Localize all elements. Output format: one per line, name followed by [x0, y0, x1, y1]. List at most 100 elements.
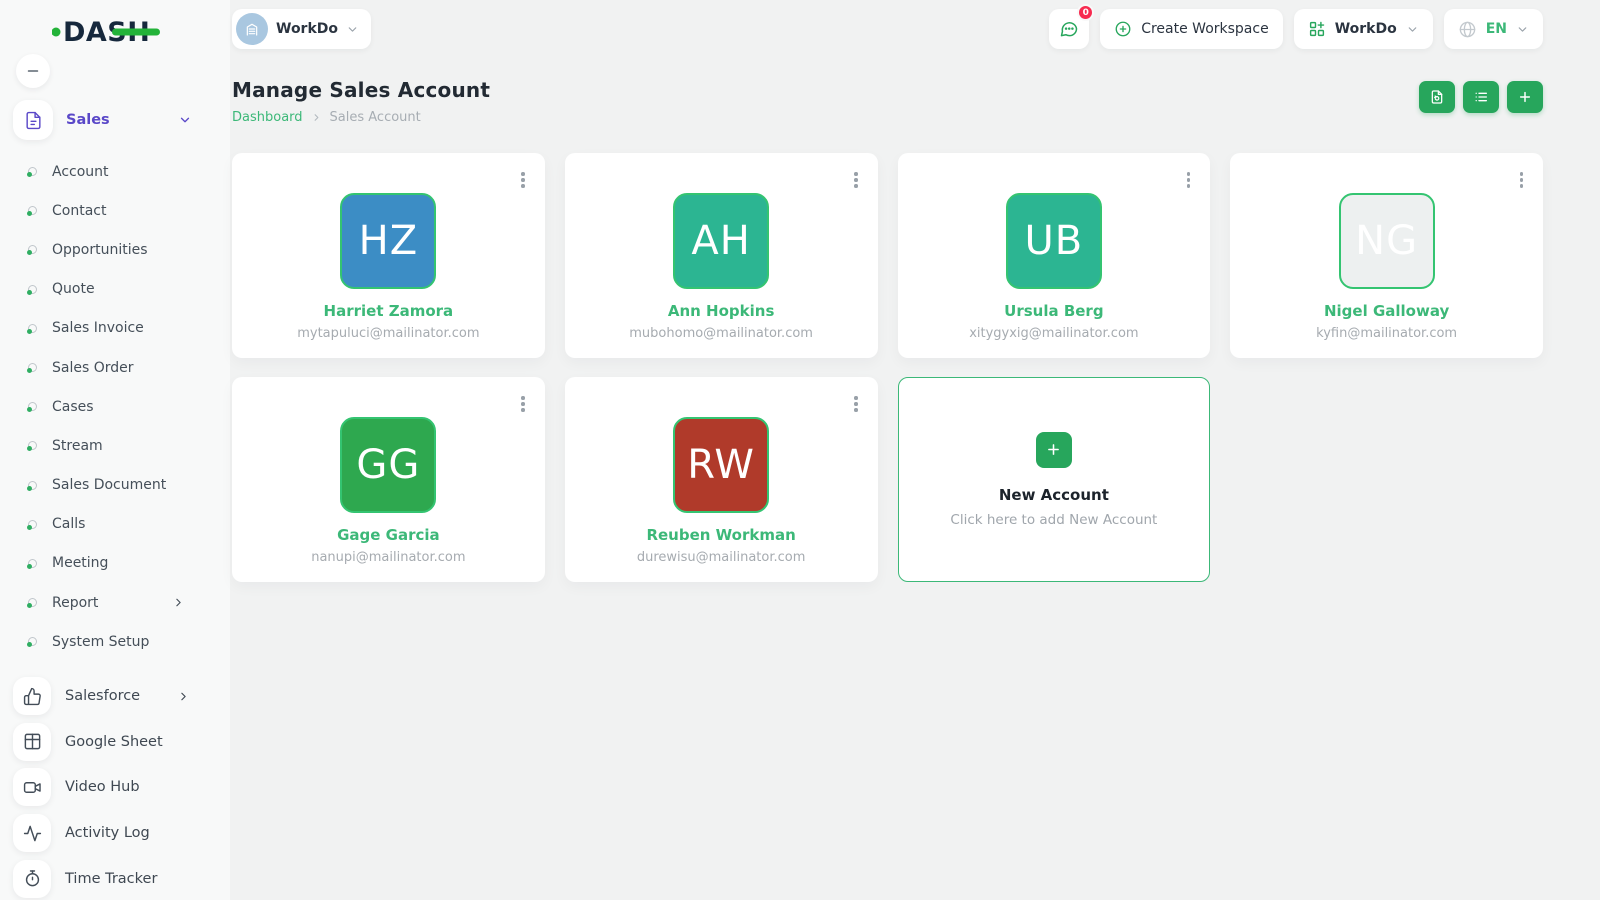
avatar-initials: RW [687, 442, 755, 488]
plus-icon [1036, 432, 1072, 468]
sidebar-item-contact[interactable]: Contact [0, 191, 230, 230]
sidebar-item-stream[interactable]: Stream [0, 426, 230, 465]
bullet-icon [28, 441, 37, 450]
export-file-icon [1429, 89, 1445, 105]
sidebar-item-sales[interactable]: Sales [13, 100, 216, 140]
messages-count-badge: 0 [1077, 4, 1094, 21]
breadcrumb: Dashboard Sales Account [232, 110, 490, 125]
chevron-down-icon [178, 113, 192, 127]
sidebar-item-report[interactable]: Report [0, 583, 230, 622]
thumbs-up-icon [13, 677, 51, 715]
avatar-initials: AH [691, 218, 750, 264]
account-avatar: AH [673, 193, 769, 289]
chevron-right-icon [177, 690, 190, 703]
bullet-icon [28, 363, 37, 372]
kebab-menu-icon[interactable] [850, 392, 862, 416]
add-account-button[interactable] [1507, 81, 1543, 113]
sidebar-item-sales-document[interactable]: Sales Document [0, 466, 230, 505]
sidebar-module-time-tracker[interactable]: Time Tracker [0, 856, 230, 900]
kebab-menu-icon[interactable] [850, 168, 862, 192]
app-menu-button[interactable]: WorkDo [1294, 9, 1433, 49]
avatar-initials: GG [356, 442, 420, 488]
account-avatar: GG [340, 417, 436, 513]
topbar: WorkDo 0 [232, 0, 1543, 58]
sidebar-item-sales-invoice[interactable]: Sales Invoice [0, 309, 230, 348]
chevron-down-icon [1516, 23, 1529, 36]
avatar-initials: UB [1025, 218, 1084, 264]
submenu-item-label: Quote [52, 281, 95, 297]
avatar-initials: NG [1355, 218, 1418, 264]
account-card: RW Reuben Workman durewisu@mailinator.co… [565, 377, 878, 582]
activity-icon [13, 814, 51, 852]
kebab-menu-icon[interactable] [517, 168, 529, 192]
bullet-icon [28, 245, 37, 254]
sidebar-item-calls[interactable]: Calls [0, 505, 230, 544]
export-accounts-button[interactable] [1419, 81, 1455, 113]
submenu-item-label: Account [52, 164, 109, 180]
header-actions [1419, 81, 1543, 113]
submenu-item-label: System Setup [52, 634, 149, 650]
account-card: GG Gage Garcia nanupi@mailinator.com [232, 377, 545, 582]
sidebar-module-google-sheet[interactable]: Google Sheet [0, 719, 230, 765]
sidebar-item-account[interactable]: Account [0, 152, 230, 191]
sidebar: DASH Sales Account [0, 0, 230, 900]
workspace-selector[interactable]: WorkDo [232, 9, 371, 49]
sidebar-item-opportunities[interactable]: Opportunities [0, 230, 230, 269]
sidebar-module-activity-log[interactable]: Activity Log [0, 810, 230, 856]
plus-circle-icon [1114, 20, 1132, 38]
submenu-item-label: Stream [52, 438, 103, 454]
messages-button[interactable]: 0 [1049, 9, 1089, 49]
bullet-icon [28, 481, 37, 490]
account-name-link[interactable]: Ann Hopkins [668, 302, 775, 320]
accounts-grid: HZ Harriet Zamora mytapuluci@mailinator.… [232, 153, 1543, 582]
account-email: mytapuluci@mailinator.com [297, 326, 479, 341]
account-card: NG Nigel Galloway kyfin@mailinator.com [1230, 153, 1543, 358]
sidebar-module-video-hub[interactable]: Video Hub [0, 765, 230, 811]
language-selector[interactable]: EN [1444, 9, 1543, 49]
account-name-link[interactable]: Gage Garcia [337, 526, 440, 544]
dash-logo: DASH [52, 16, 162, 48]
sidebar-item-sales-order[interactable]: Sales Order [0, 348, 230, 387]
create-workspace-button[interactable]: Create Workspace [1100, 9, 1283, 49]
account-name-link[interactable]: Ursula Berg [1004, 302, 1103, 320]
submenu-item-label: Sales Document [52, 477, 166, 493]
grid-plus-icon [1308, 20, 1326, 38]
workspace-selector-label: WorkDo [276, 21, 338, 37]
account-name-link[interactable]: Nigel Galloway [1324, 302, 1449, 320]
account-avatar: RW [673, 417, 769, 513]
sidebar-item-cases[interactable]: Cases [0, 387, 230, 426]
stopwatch-icon [13, 860, 51, 898]
account-name-link[interactable]: Reuben Workman [646, 526, 795, 544]
new-account-title: New Account [999, 486, 1109, 504]
sidebar-item-quote[interactable]: Quote [0, 270, 230, 309]
globe-icon [1458, 20, 1477, 39]
list-view-button[interactable] [1463, 81, 1499, 113]
app-menu-label: WorkDo [1335, 21, 1397, 37]
language-label: EN [1486, 21, 1507, 37]
sidebar-module-salesforce[interactable]: Salesforce [0, 673, 230, 719]
kebab-menu-icon[interactable] [1516, 168, 1528, 192]
sidebar-item-meeting[interactable]: Meeting [0, 544, 230, 583]
submenu-item-label: Report [52, 595, 98, 611]
breadcrumb-dashboard-link[interactable]: Dashboard [232, 110, 303, 125]
sidebar-collapse-toggle[interactable] [16, 54, 50, 88]
sales-submenu: Account Contact Opportunities Quote [0, 152, 230, 661]
sidebar-item-system-setup[interactable]: System Setup [0, 622, 230, 661]
bullet-icon [28, 637, 37, 646]
chevron-right-icon [172, 596, 185, 609]
account-email: kyfin@mailinator.com [1316, 326, 1457, 341]
chevron-down-icon [1406, 23, 1419, 36]
chat-icon [1059, 19, 1079, 39]
submenu-item-label: Cases [52, 399, 94, 415]
app-window: DASH Sales Account [0, 0, 1600, 900]
sidebar-modules: Salesforce Google Sheet Video Hub Activi… [0, 673, 230, 900]
bullet-icon [28, 167, 37, 176]
building-icon [236, 13, 268, 45]
module-item-label: Google Sheet [65, 734, 163, 750]
kebab-menu-icon[interactable] [1183, 168, 1195, 192]
main-content: WorkDo 0 [230, 0, 1600, 900]
video-icon [13, 768, 51, 806]
kebab-menu-icon[interactable] [517, 392, 529, 416]
new-account-card[interactable]: New Account Click here to add New Accoun… [898, 377, 1211, 582]
account-name-link[interactable]: Harriet Zamora [324, 302, 454, 320]
